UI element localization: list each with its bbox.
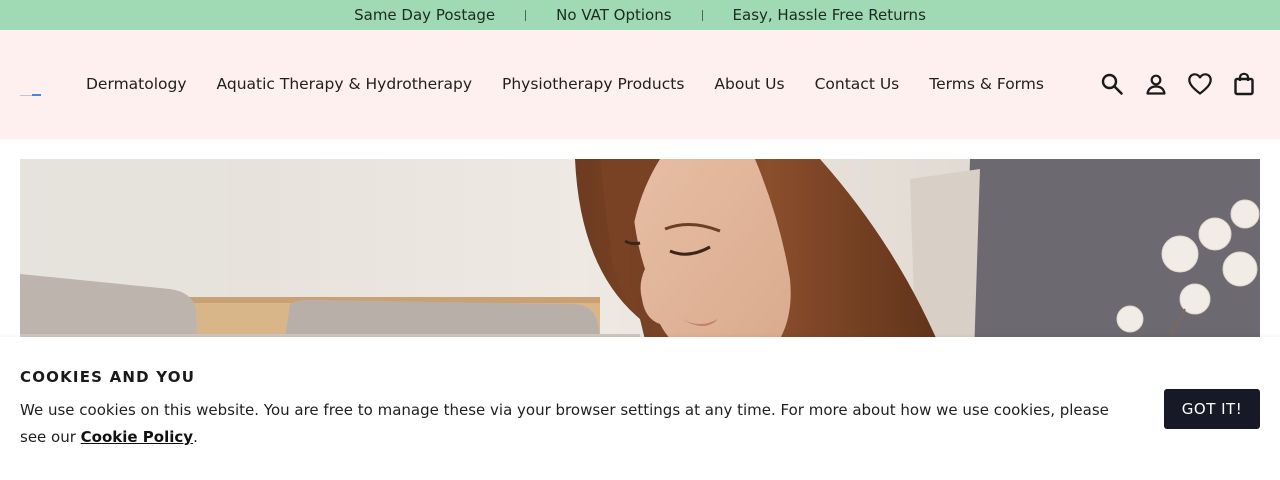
header-icons	[1098, 70, 1258, 98]
announcement-bar: Same Day Postage No VAT Options Easy, Ha…	[0, 0, 1280, 30]
nav-item-terms-forms[interactable]: Terms & Forms	[929, 74, 1044, 94]
logo-mark	[20, 95, 32, 96]
search-icon[interactable]	[1098, 70, 1126, 98]
nav-item-aquatic-therapy[interactable]: Aquatic Therapy & Hydrotherapy	[217, 74, 472, 94]
cookie-text-end: .	[193, 428, 198, 446]
cookie-banner: COOKIES AND YOU We use cookies on this w…	[0, 337, 1280, 480]
cookie-title: COOKIES AND YOU	[20, 368, 196, 386]
cookie-text: We use cookies on this website. You are …	[20, 397, 1130, 451]
nav-item-contact-us[interactable]: Contact Us	[815, 74, 900, 94]
announcement-returns: Easy, Hassle Free Returns	[732, 6, 926, 24]
got-it-button[interactable]: GOT IT!	[1164, 389, 1260, 429]
wishlist-icon[interactable]	[1186, 70, 1214, 98]
announcement-same-day-postage: Same Day Postage	[354, 6, 496, 24]
account-icon[interactable]	[1142, 70, 1170, 98]
announcement-no-vat: No VAT Options	[556, 6, 672, 24]
site-header: Dermatology Aquatic Therapy & Hydrothera…	[0, 30, 1280, 139]
cookie-policy-link[interactable]: Cookie Policy	[81, 428, 193, 446]
main-nav: Dermatology Aquatic Therapy & Hydrothera…	[86, 74, 1074, 94]
site-logo[interactable]	[20, 94, 42, 97]
nav-item-dermatology[interactable]: Dermatology	[86, 74, 187, 94]
cart-icon[interactable]	[1230, 70, 1258, 98]
nav-item-physiotherapy-products[interactable]: Physiotherapy Products	[502, 74, 684, 94]
logo-accent	[32, 94, 41, 96]
nav-item-about-us[interactable]: About Us	[714, 74, 784, 94]
